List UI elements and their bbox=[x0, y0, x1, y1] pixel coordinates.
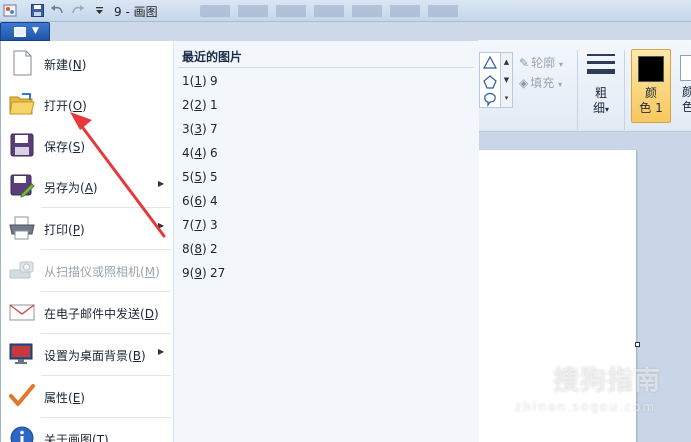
watermark-url: zhinan.sogou.com bbox=[515, 400, 657, 414]
watermark-text: 搜狗指南 bbox=[553, 366, 662, 396]
watermark-logo-icon bbox=[511, 357, 549, 395]
